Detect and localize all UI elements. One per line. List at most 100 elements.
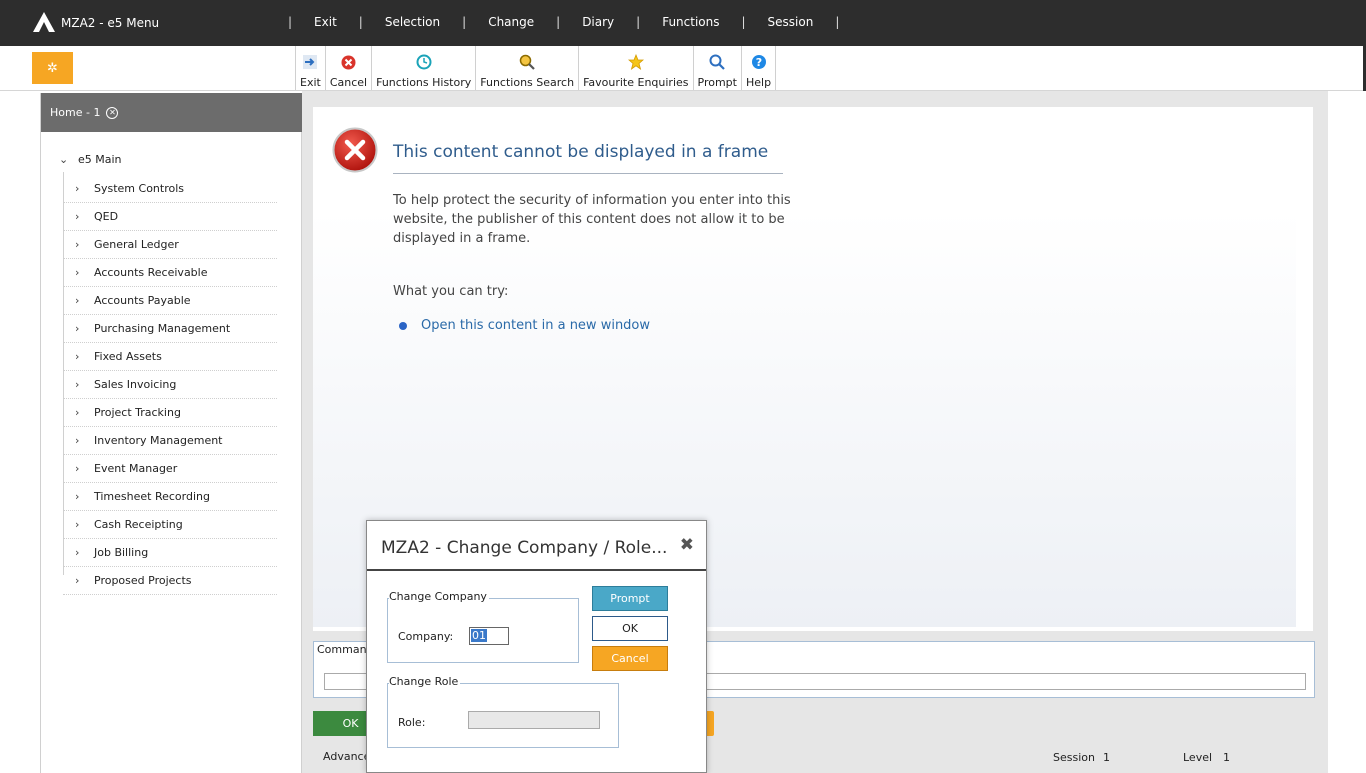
- chevron-right-icon: ›: [75, 406, 80, 419]
- role-field[interactable]: [468, 711, 600, 729]
- sidebar-item-system-controls[interactable]: › System Controls: [63, 175, 277, 203]
- menu-session[interactable]: Session: [746, 15, 836, 29]
- sidebar-item-label: Event Manager: [94, 462, 178, 475]
- sidebar-item-fixed-assets[interactable]: › Fixed Assets: [63, 343, 277, 371]
- chevron-right-icon: ›: [75, 322, 80, 335]
- functions-search-label: Functions Search: [480, 76, 575, 89]
- change-company-group: Change Company Company: 01: [387, 590, 579, 663]
- sidebar-item-label: Accounts Receivable: [94, 266, 208, 279]
- gear-icon: ✲: [47, 60, 58, 76]
- change-company-dialog: MZA2 - Change Company / Role... ✖ Change…: [366, 520, 707, 773]
- menu-exit[interactable]: Exit: [292, 15, 359, 29]
- cancel-label: Cancel: [329, 76, 368, 89]
- level-value: 1: [1223, 751, 1230, 764]
- close-icon[interactable]: ✕: [106, 106, 119, 119]
- open-new-window-link[interactable]: Open this content in a new window: [421, 318, 650, 333]
- clock-icon: [416, 51, 432, 73]
- help-button[interactable]: ? Help: [740, 46, 777, 90]
- magnifier-icon: [709, 51, 726, 73]
- try-label: What you can try:: [393, 284, 509, 299]
- sidebar-item-purchasing-management[interactable]: › Purchasing Management: [63, 315, 277, 343]
- dialog-cancel-button[interactable]: Cancel: [592, 646, 668, 671]
- session-value: 1: [1103, 751, 1110, 764]
- sidebar-item-event-manager[interactable]: › Event Manager: [63, 455, 277, 483]
- functions-history-label: Functions History: [376, 76, 472, 89]
- sidebar-item-accounts-receivable[interactable]: › Accounts Receivable: [63, 259, 277, 287]
- favourite-enquiries-button[interactable]: Favourite Enquiries: [578, 46, 692, 90]
- svg-text:?: ?: [755, 56, 761, 69]
- close-icon[interactable]: ✖: [680, 535, 694, 555]
- dialog-divider: [367, 569, 706, 571]
- help-icon: ?: [751, 51, 767, 73]
- menu-separator: |: [835, 15, 840, 29]
- gear-button[interactable]: ✲: [32, 52, 73, 84]
- chevron-right-icon: ›: [75, 434, 80, 447]
- top-menu: | Exit | Selection | Change | Diary | Fu…: [288, 15, 839, 29]
- prompt-button[interactable]: Prompt: [692, 46, 741, 90]
- cancel-button[interactable]: Cancel: [324, 46, 371, 90]
- cancel-button-edge[interactable]: [706, 711, 714, 736]
- sidebar-item-label: QED: [94, 210, 119, 223]
- sidebar-item-label: Proposed Projects: [94, 574, 192, 587]
- sidebar-item-job-billing[interactable]: › Job Billing: [63, 539, 277, 567]
- menu-diary[interactable]: Diary: [560, 15, 636, 29]
- menu-change[interactable]: Change: [466, 15, 556, 29]
- exit-arrow-icon: [303, 51, 318, 73]
- chevron-right-icon: ›: [75, 518, 80, 531]
- tree-list: › System Controls › QED › General Ledger › A…: [63, 175, 277, 595]
- tree-root-e5-main[interactable]: ⌄ e5 Main: [59, 153, 122, 166]
- prompt-button[interactable]: Prompt: [592, 586, 668, 611]
- sidebar-item-label: General Ledger: [94, 238, 179, 251]
- chevron-right-icon: ›: [75, 294, 80, 307]
- functions-search-button[interactable]: Functions Search: [475, 46, 578, 90]
- session-label: Session: [1053, 751, 1095, 764]
- sidebar-item-general-ledger[interactable]: › General Ledger: [63, 231, 277, 259]
- app-title: MZA2 - e5 Menu: [61, 16, 160, 30]
- chevron-right-icon: ›: [75, 574, 80, 587]
- sidebar-item-label: Job Billing: [94, 546, 149, 559]
- sidebar-item-timesheet-recording[interactable]: › Timesheet Recording: [63, 483, 277, 511]
- menu-selection[interactable]: Selection: [363, 15, 462, 29]
- sidebar-item-sales-invoicing[interactable]: › Sales Invoicing: [63, 371, 277, 399]
- chevron-right-icon: ›: [75, 462, 80, 475]
- sidebar-item-label: Inventory Management: [94, 434, 223, 447]
- chevron-right-icon: ›: [75, 238, 80, 251]
- company-field[interactable]: 01: [469, 627, 509, 645]
- company-value: 01: [471, 629, 487, 642]
- sidebar-item-proposed-projects[interactable]: › Proposed Projects: [63, 567, 277, 595]
- cancel-x-icon: [341, 51, 356, 73]
- chevron-right-icon: ›: [75, 490, 80, 503]
- top-bar: MZA2 - e5 Menu | Exit | Selection | Chan…: [0, 0, 1366, 46]
- favourite-enquiries-label: Favourite Enquiries: [583, 76, 689, 89]
- divider: [393, 173, 783, 174]
- change-company-legend: Change Company: [389, 590, 489, 603]
- menu-functions[interactable]: Functions: [640, 15, 741, 29]
- role-label: Role:: [398, 716, 426, 729]
- exit-button[interactable]: Exit: [295, 46, 325, 90]
- change-role-legend: Change Role: [389, 675, 461, 688]
- help-label: Help: [745, 76, 772, 89]
- sidebar-item-accounts-payable[interactable]: › Accounts Payable: [63, 287, 277, 315]
- tab-home[interactable]: Home - 1 ✕: [41, 93, 302, 132]
- sidebar-item-label: Sales Invoicing: [94, 378, 177, 391]
- sidebar-item-inventory-management[interactable]: › Inventory Management: [63, 427, 277, 455]
- sidebar-item-project-tracking[interactable]: › Project Tracking: [63, 399, 277, 427]
- sidebar-item-label: Accounts Payable: [94, 294, 191, 307]
- error-icon: [332, 127, 378, 173]
- chevron-right-icon: ›: [75, 182, 80, 195]
- dialog-ok-button[interactable]: OK: [592, 616, 668, 641]
- chevron-right-icon: ›: [75, 210, 80, 223]
- sidebar-item-label: System Controls: [94, 182, 185, 195]
- chevron-right-icon: ›: [75, 266, 80, 279]
- change-role-group: Change Role Role:: [387, 675, 619, 748]
- chevron-right-icon: ›: [75, 350, 80, 363]
- app-logo-icon: [33, 12, 55, 32]
- dialog-title: MZA2 - Change Company / Role...: [381, 538, 668, 558]
- tab-home-label: Home - 1: [50, 106, 101, 119]
- functions-history-button[interactable]: Functions History: [371, 46, 475, 90]
- sidebar-item-cash-receipting[interactable]: › Cash Receipting: [63, 511, 277, 539]
- sidebar-item-label: Purchasing Management: [94, 322, 231, 335]
- tree-root-label: e5 Main: [78, 153, 122, 166]
- bullet-icon: [399, 322, 407, 330]
- sidebar-item-qed[interactable]: › QED: [63, 203, 277, 231]
